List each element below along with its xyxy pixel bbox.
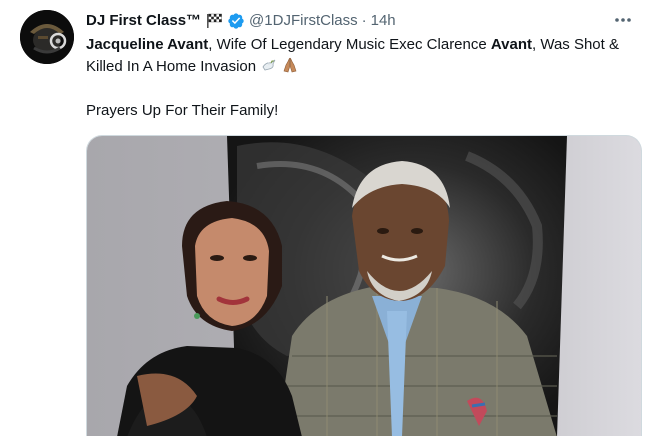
couple-photo xyxy=(87,136,641,436)
folded-hands-icon xyxy=(281,56,299,74)
verified-badge-icon xyxy=(227,12,245,30)
tweet-timestamp[interactable]: 14h xyxy=(371,11,396,31)
more-options-icon xyxy=(614,10,632,28)
bold-name: Jacqueline Avant xyxy=(86,36,209,53)
tweet-text-line-2: Prayers Up For Their Family! xyxy=(86,102,279,119)
display-name[interactable]: DJ First Class™ xyxy=(86,11,201,31)
tweet[interactable]: DJ First Class™ @1DJFirstClass · 14h Jac… xyxy=(0,0,656,436)
author-handle[interactable]: @1DJFirstClass xyxy=(249,11,358,31)
tweet-text-line-1: Jacqueline Avant, Wife Of Legendary Musi… xyxy=(86,34,636,78)
text-part-1: , Wife Of Legendary Music Exec Clarence xyxy=(208,36,491,53)
tweet-text: Jacqueline Avant, Wife Of Legendary Musi… xyxy=(86,34,636,122)
more-options-button[interactable] xyxy=(610,8,636,30)
separator-dot: · xyxy=(361,12,367,29)
tweet-header: DJ First Class™ @1DJFirstClass · 14h xyxy=(86,10,396,32)
avatar[interactable] xyxy=(20,10,74,64)
checkered-flag-icon xyxy=(206,13,224,29)
tweet-photo[interactable] xyxy=(86,135,642,436)
bold-surname: Avant xyxy=(490,36,533,53)
dove-icon xyxy=(260,56,278,74)
